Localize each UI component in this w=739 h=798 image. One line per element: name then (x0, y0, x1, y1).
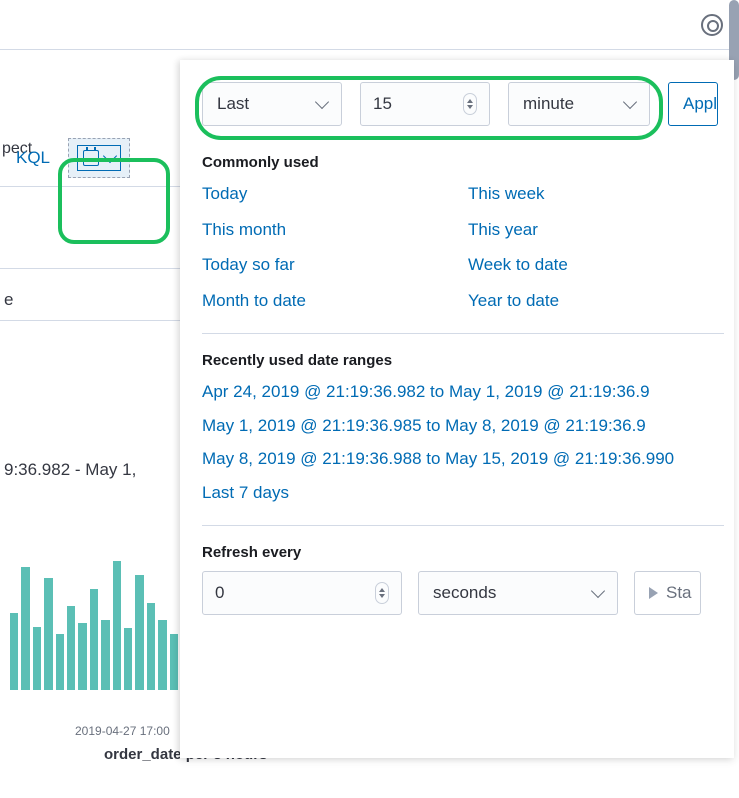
recent-range-link[interactable]: Last 7 days (202, 480, 724, 506)
top-bar (0, 0, 739, 50)
recent-range-link[interactable]: Apr 24, 2019 @ 21:19:36.982 to May 1, 20… (202, 379, 724, 405)
recent-ranges-list: Apr 24, 2019 @ 21:19:36.982 to May 1, 20… (202, 379, 724, 505)
common-range-link[interactable]: This week (468, 181, 724, 207)
common-range-link[interactable]: Month to date (202, 288, 458, 314)
chevron-down-icon (591, 584, 605, 598)
start-refresh-button[interactable]: Sta (634, 571, 701, 615)
refresh-heading: Refresh every (202, 544, 724, 561)
divider (202, 525, 724, 526)
start-button-label: Sta (666, 583, 692, 603)
common-range-link[interactable]: This month (202, 217, 458, 243)
histogram-chart (10, 550, 178, 690)
divider (0, 268, 180, 269)
label-fragment: e (4, 290, 13, 310)
number-stepper[interactable] (375, 582, 389, 604)
common-range-link[interactable]: Week to date (468, 252, 724, 278)
common-range-link[interactable]: This year (468, 217, 724, 243)
datepicker-popover: Last 15 minute Appl Commonly used Today … (180, 60, 734, 758)
recent-range-link[interactable]: May 8, 2019 @ 21:19:36.988 to May 15, 20… (202, 446, 724, 472)
divider (202, 333, 724, 334)
help-icon[interactable] (701, 14, 723, 36)
common-range-link[interactable]: Today so far (202, 252, 458, 278)
refresh-value: 0 (215, 583, 224, 603)
commonly-used-grid: Today This week This month This year Tod… (202, 181, 724, 313)
annotation-highlight (195, 76, 663, 140)
x-axis-tick: 2019-04-27 17:00 (75, 724, 170, 738)
recent-ranges-heading: Recently used date ranges (202, 352, 724, 369)
commonly-used-heading: Commonly used (202, 154, 724, 171)
common-range-link[interactable]: Year to date (468, 288, 724, 314)
apply-button[interactable]: Appl (668, 82, 718, 126)
refresh-value-input[interactable]: 0 (202, 571, 402, 615)
apply-button-label: Appl (683, 94, 717, 114)
current-range-text: 9:36.982 - May 1, (4, 460, 136, 480)
refresh-unit-value: seconds (433, 583, 496, 603)
refresh-unit-select[interactable]: seconds (418, 571, 618, 615)
refresh-row: 0 seconds Sta (202, 571, 724, 615)
recent-range-link[interactable]: May 1, 2019 @ 21:19:36.985 to May 8, 201… (202, 413, 724, 439)
kql-button[interactable]: KQL (10, 148, 56, 168)
common-range-link[interactable]: Today (202, 181, 458, 207)
play-icon (649, 587, 658, 599)
annotation-highlight (58, 158, 170, 244)
step-down-icon (379, 594, 385, 598)
divider (0, 320, 180, 321)
step-up-icon (379, 588, 385, 592)
